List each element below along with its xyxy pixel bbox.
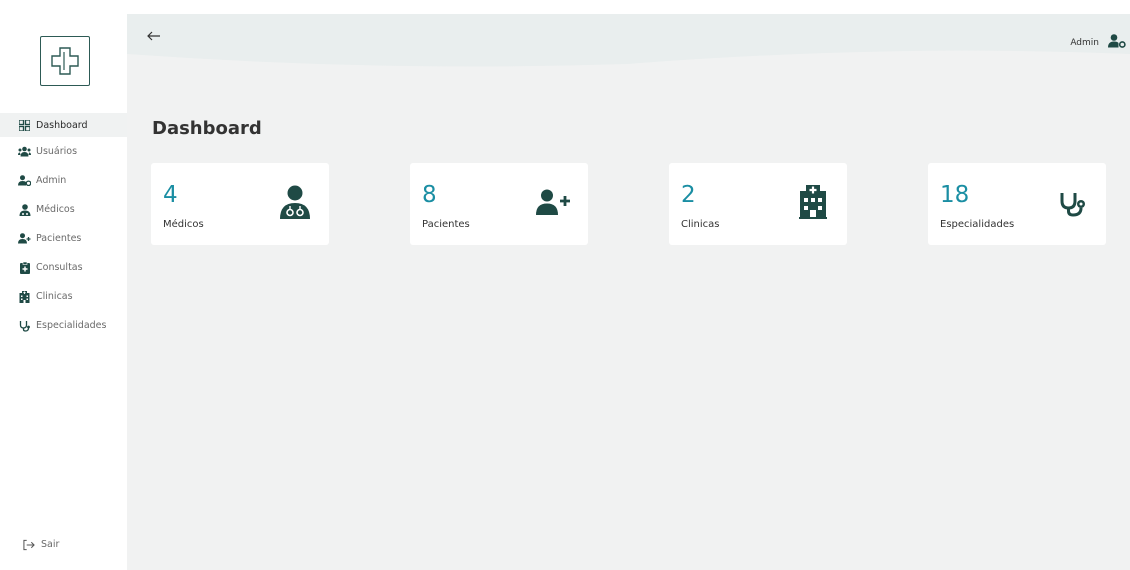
stethoscope-icon — [1059, 191, 1087, 217]
hospital-icon — [799, 185, 827, 219]
logo[interactable] — [40, 36, 90, 86]
user-name: Admin — [1070, 37, 1099, 48]
clipboard-icon — [18, 261, 31, 274]
logout-label: Sair — [41, 539, 60, 550]
sidebar-item-label: Clinicas — [36, 291, 73, 302]
stat-card-medicos[interactable]: 4 Médicos — [151, 163, 329, 245]
stat-label: Médicos — [163, 219, 204, 230]
doctor-icon — [18, 203, 31, 216]
sidebar-item-label: Consultas — [36, 262, 83, 273]
sidebar-item-label: Dashboard — [36, 119, 88, 131]
sidebar-item-especialidades[interactable]: Especialidades — [0, 311, 127, 340]
page-title: Dashboard — [152, 118, 262, 139]
topbar-wave — [127, 14, 1130, 67]
logout-icon — [23, 538, 35, 551]
user-gear-icon — [1108, 33, 1126, 52]
sidebar-item-pacientes[interactable]: Pacientes — [0, 224, 127, 253]
stat-label: Especialidades — [940, 219, 1015, 230]
sidebar-item-label: Pacientes — [36, 233, 82, 244]
back-arrow-icon[interactable] — [147, 29, 161, 44]
user-gear-icon — [18, 174, 31, 187]
user-menu[interactable]: Admin — [1070, 33, 1126, 52]
medical-cross-logo-icon — [51, 47, 79, 75]
main-content: Admin Dashboard 4 Médicos 8 Pacientes 2 … — [127, 14, 1130, 570]
sidebar-item-label: Admin — [36, 175, 67, 186]
stat-card-pacientes[interactable]: 8 Pacientes — [410, 163, 588, 245]
sidebar-item-consultas[interactable]: Consultas — [0, 253, 127, 282]
user-plus-icon — [536, 189, 572, 215]
doctor-icon — [280, 185, 310, 219]
sidebar-nav: Dashboard Usuários Admin Médicos Pacient… — [0, 113, 127, 340]
sidebar-item-admin[interactable]: Admin — [0, 166, 127, 195]
stat-value: 8 — [422, 182, 437, 208]
sidebar-item-label: Médicos — [36, 204, 75, 215]
stat-card-clinicas[interactable]: 2 Clinicas — [669, 163, 847, 245]
sidebar-item-usuarios[interactable]: Usuários — [0, 137, 127, 166]
sidebar-item-label: Usuários — [36, 146, 78, 157]
stat-value: 18 — [940, 182, 970, 208]
stat-value: 2 — [681, 182, 696, 208]
sidebar-item-medicos[interactable]: Médicos — [0, 195, 127, 224]
sidebar-item-dashboard[interactable]: Dashboard — [0, 113, 127, 137]
stat-label: Clinicas — [681, 219, 720, 230]
topbar: Admin — [127, 14, 1130, 70]
dashboard-icon — [18, 119, 31, 132]
stethoscope-icon — [18, 319, 31, 332]
stat-value: 4 — [163, 182, 178, 208]
users-icon — [18, 145, 31, 158]
sidebar: Dashboard Usuários Admin Médicos Pacient… — [0, 0, 127, 570]
logout-button[interactable]: Sair — [23, 538, 59, 551]
sidebar-item-clinicas[interactable]: Clinicas — [0, 282, 127, 311]
user-plus-icon — [18, 232, 31, 245]
sidebar-item-label: Especialidades — [36, 320, 107, 331]
stat-label: Pacientes — [422, 219, 470, 230]
stat-card-especialidades[interactable]: 18 Especialidades — [928, 163, 1106, 245]
hospital-icon — [18, 290, 31, 303]
